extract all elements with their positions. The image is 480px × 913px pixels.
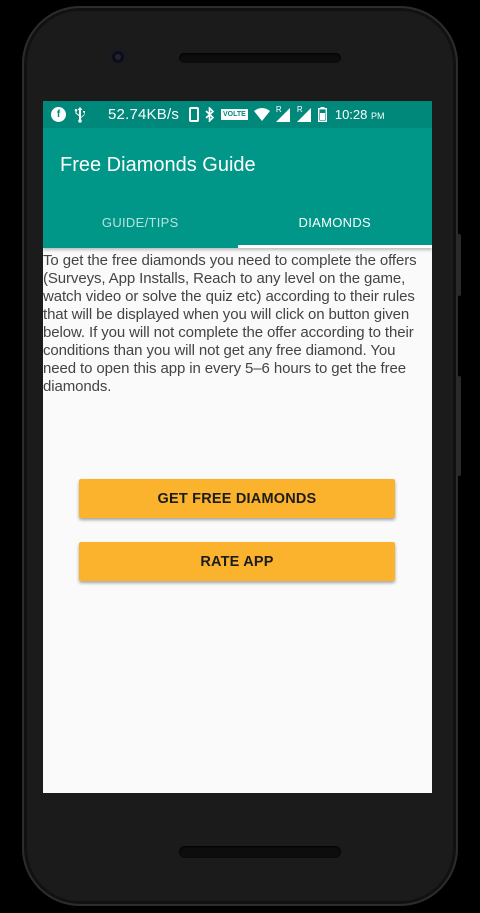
volte-badge: VOLTE: [221, 109, 248, 120]
bluetooth-icon: [205, 107, 215, 122]
wifi-hotspot-icon: f: [51, 107, 66, 122]
tab-diamonds[interactable]: DIAMONDS: [237, 196, 433, 248]
rate-app-button[interactable]: RATE APP: [79, 542, 395, 581]
volume-button: [456, 376, 461, 476]
top-speaker: [179, 53, 341, 63]
network-speed: 52.74KB/s: [108, 106, 180, 123]
tab-guide-tips[interactable]: GUIDE/TIPS: [43, 196, 238, 248]
instructions-text: To get the free diamonds you need to com…: [43, 252, 417, 395]
content-area: To get the free diamonds you need to com…: [43, 248, 432, 396]
front-camera: [109, 48, 127, 66]
app-bar: Free Diamonds Guide GUIDE/TIPS DIAMONDS: [43, 128, 432, 248]
wifi-icon: [253, 108, 270, 121]
get-free-diamonds-button[interactable]: GET FREE DIAMONDS: [79, 479, 395, 518]
sim2-roaming-label: R: [296, 104, 303, 114]
battery-icon: [317, 107, 327, 122]
usb-icon: [74, 106, 86, 123]
phone-icon: [189, 107, 200, 122]
signal-sim2-icon: R: [296, 104, 312, 122]
sim1-roaming-label: R: [275, 104, 282, 114]
app-title: Free Diamonds Guide: [60, 154, 256, 176]
signal-sim1-icon: R: [275, 104, 291, 122]
power-button: [456, 234, 461, 296]
clock: 10:28 PM: [334, 107, 385, 122]
status-bar: f 52.74KB/s VOLTE R R 10:28 PM: [43, 101, 432, 128]
screen: f 52.74KB/s VOLTE R R 10:28 PM Free Diam…: [43, 101, 432, 793]
bottom-speaker: [179, 846, 341, 858]
tab-bar: GUIDE/TIPS DIAMONDS: [43, 196, 432, 248]
